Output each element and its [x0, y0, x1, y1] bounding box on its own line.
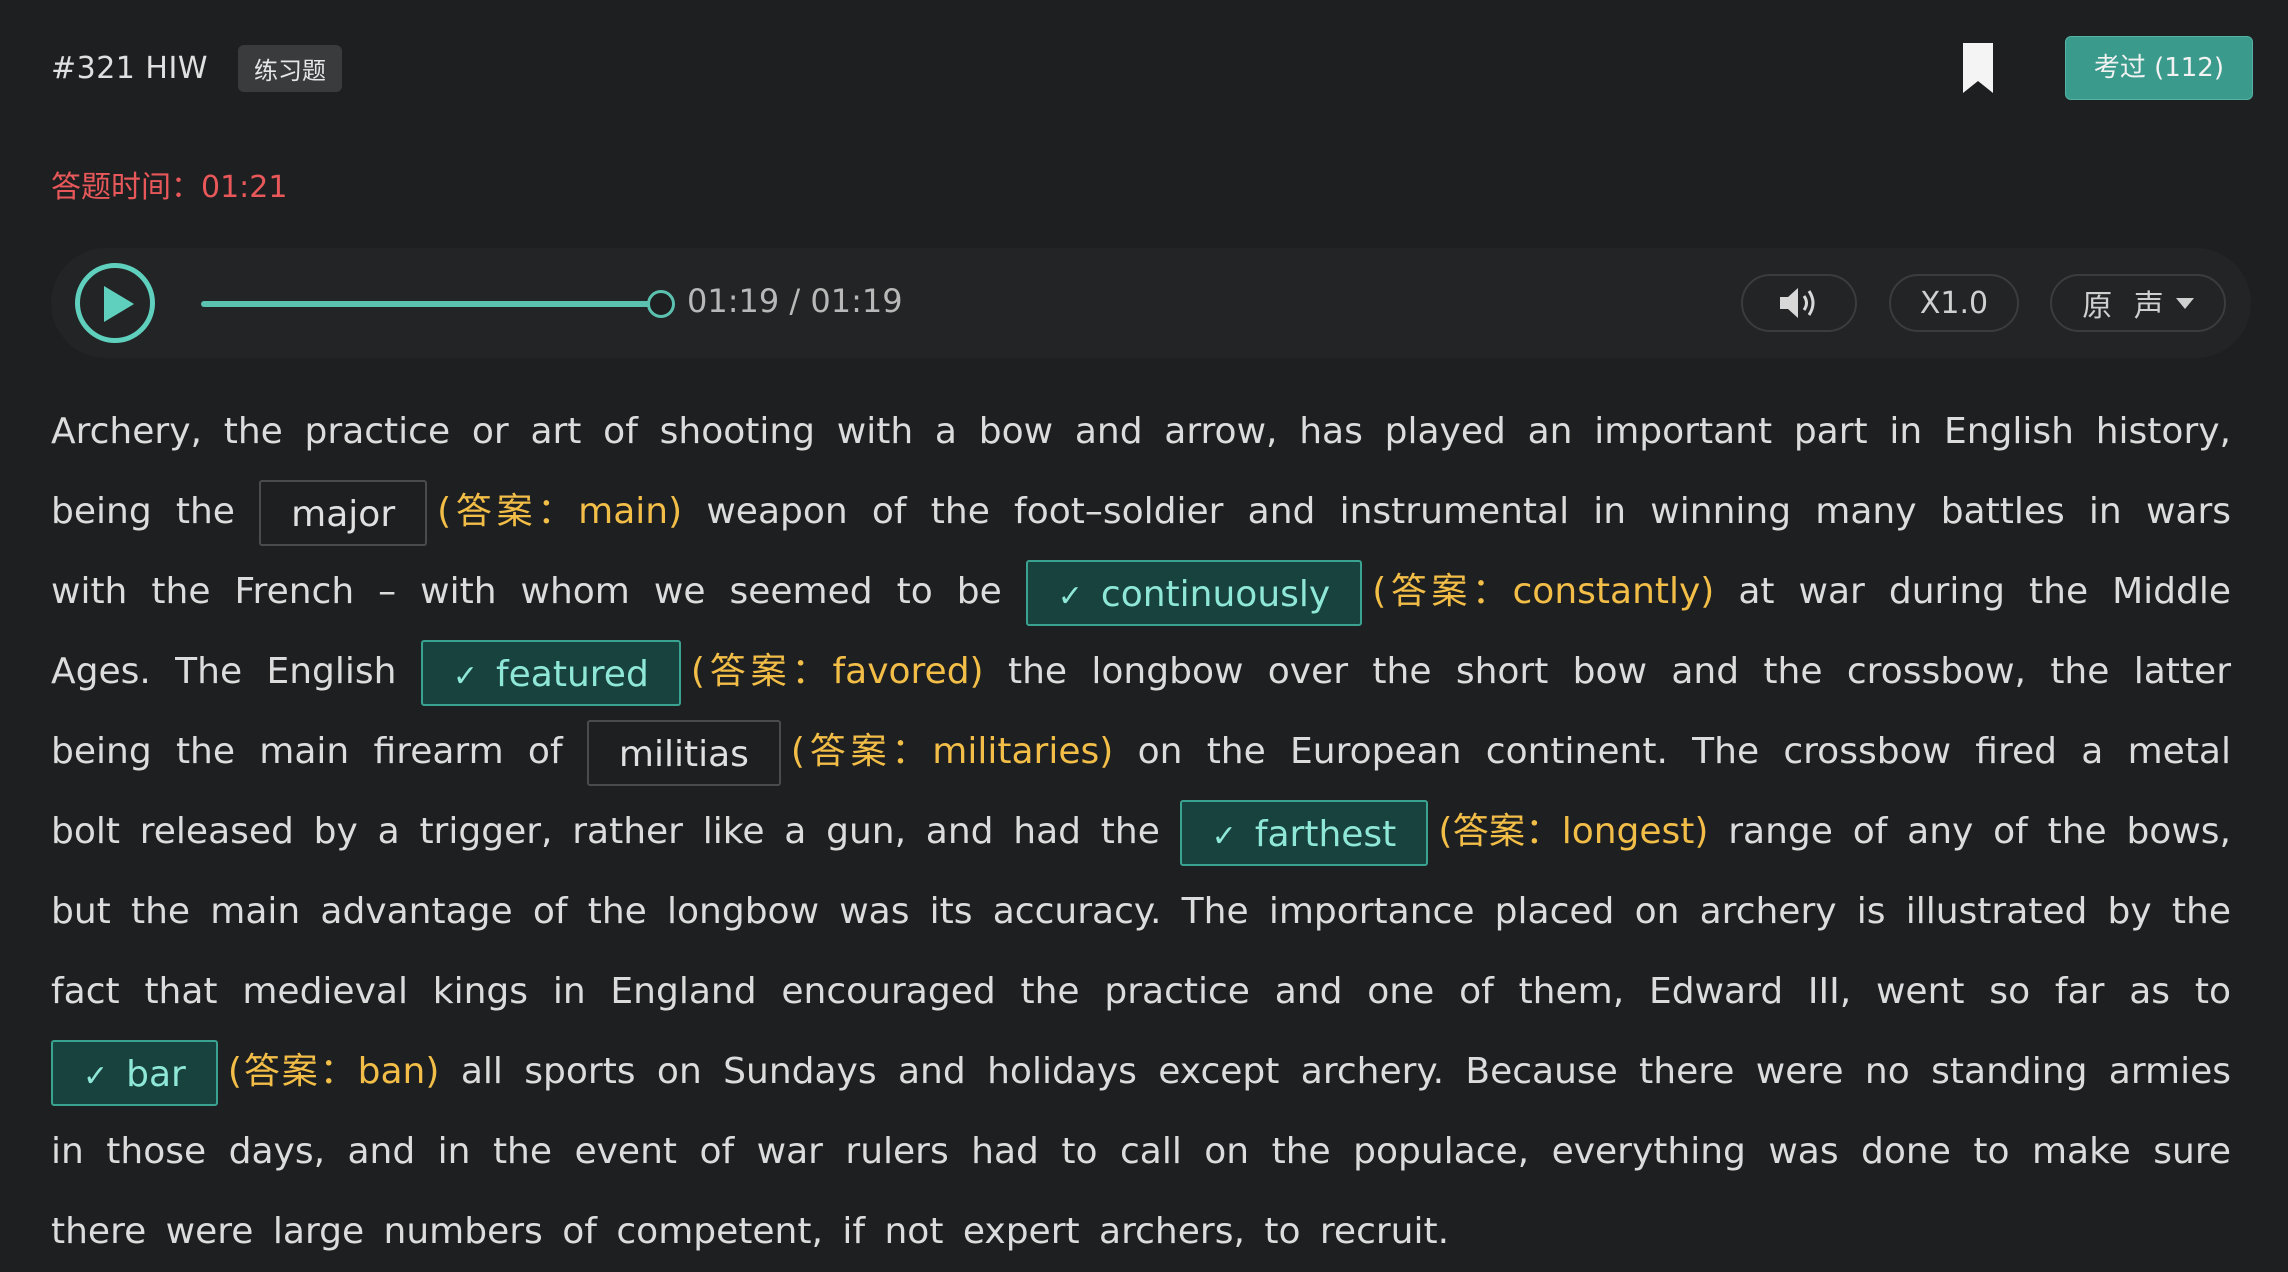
answer-4: (答案：militaries)	[790, 731, 1114, 772]
blank-1[interactable]: major	[259, 480, 428, 546]
answer-5: (答案：longest)	[1438, 811, 1709, 852]
blank-2[interactable]: ✓ continuously	[1025, 560, 1363, 626]
progress-knob[interactable]	[647, 290, 675, 318]
passage: Archery, the practice or art of shooting…	[51, 392, 2231, 1272]
answer-6: (答案：ban)	[227, 1051, 440, 1092]
volume-icon	[1780, 288, 1815, 318]
blank-text: major	[291, 494, 396, 535]
check-icon: ✓	[452, 659, 478, 694]
audio-player: 01:19 / 01:19 X1.0 原 声	[51, 248, 2251, 358]
blank-text: featured	[495, 654, 649, 695]
check-icon: ✓	[1057, 579, 1083, 614]
blank-5[interactable]: ✓ farthest	[1179, 800, 1429, 866]
blank-6[interactable]: ✓ bar	[51, 1040, 218, 1106]
blank-text: farthest	[1254, 814, 1397, 855]
answer-3: (答案：favored)	[690, 651, 984, 692]
voice-label: 原 声	[2082, 289, 2170, 324]
blank-text: bar	[126, 1054, 186, 1095]
progress-track[interactable]	[201, 301, 661, 307]
blank-text: continuously	[1100, 574, 1331, 615]
volume-button[interactable]	[1741, 274, 1857, 332]
check-icon: ✓	[1211, 819, 1237, 854]
blank-3[interactable]: ✓ featured	[420, 640, 681, 706]
timer-value: 01:21	[201, 170, 288, 205]
timer-label: 答题时间：	[51, 170, 201, 205]
question-id: #321 HIW	[51, 50, 209, 86]
answer-1: (答案：main)	[437, 491, 683, 532]
answer-timer: 答题时间：01:21	[51, 162, 287, 206]
voice-select[interactable]: 原 声	[2050, 274, 2226, 332]
play-button[interactable]	[75, 263, 155, 343]
blank-4[interactable]: militias	[586, 720, 781, 786]
time-display: 01:19 / 01:19	[687, 282, 903, 320]
play-icon	[104, 286, 134, 322]
check-icon: ✓	[83, 1059, 109, 1094]
practice-tag: 练习题	[238, 44, 343, 92]
speed-button[interactable]: X1.0	[1889, 274, 2019, 332]
caret-down-icon	[2175, 297, 2194, 309]
bookmark-icon[interactable]	[1961, 41, 1995, 95]
header: #321 HIW 练习题 考过 (112)	[51, 36, 2253, 100]
taken-count-button[interactable]: 考过 (112)	[2064, 36, 2253, 100]
blank-text: militias	[618, 734, 749, 775]
answer-2: (答案：constantly)	[1372, 571, 1715, 612]
